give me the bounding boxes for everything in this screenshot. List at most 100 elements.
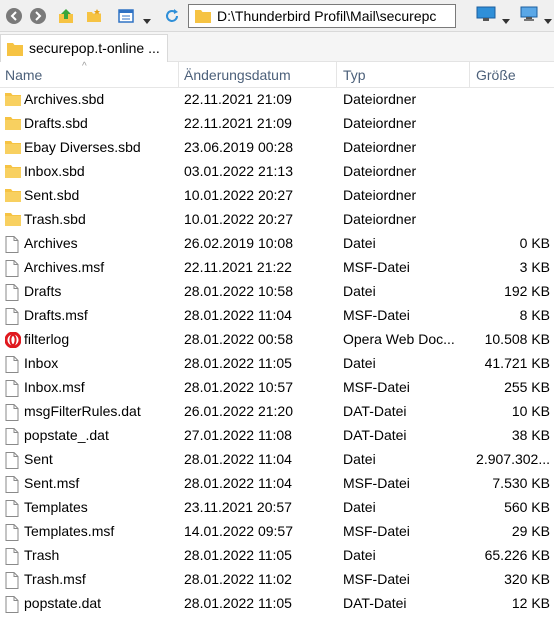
file-size: 8 KB bbox=[519, 307, 550, 323]
file-row[interactable]: popstate.dat 28.01.2022 11:05 DAT-Datei 12 … bbox=[0, 592, 554, 616]
file-type: MSF-Datei bbox=[343, 571, 410, 587]
file-name: Archives.msf bbox=[24, 259, 105, 275]
desktop-icon[interactable] bbox=[520, 6, 540, 24]
toolbar: D:\Thunderbird Profil\Mail\securepc bbox=[0, 0, 554, 32]
file-row[interactable]: msgFilterRules.dat 26.01.2022 21:20 DAT-Da… bbox=[0, 400, 554, 424]
file-name: Sent bbox=[24, 451, 53, 467]
monitor-dropdown-icon[interactable] bbox=[502, 12, 510, 24]
file-type: MSF-Datei bbox=[343, 259, 410, 275]
opera-icon bbox=[4, 331, 22, 351]
file-row[interactable]: Inbox 28.01.2022 11:05 Datei 41.721 KB bbox=[0, 352, 554, 376]
file-name: Trash bbox=[24, 547, 60, 563]
file-row[interactable]: Sent 28.01.2022 11:04 Datei 2.907.302... bbox=[0, 448, 554, 472]
file-date: 28.01.2022 11:04 bbox=[184, 307, 292, 323]
file-icon bbox=[5, 404, 19, 424]
column-name[interactable]: Name bbox=[5, 67, 42, 83]
file-date: 28.01.2022 10:58 bbox=[184, 283, 293, 299]
file-name: Trash.msf bbox=[24, 571, 86, 587]
file-name: Inbox bbox=[24, 355, 59, 371]
file-icon bbox=[5, 572, 19, 592]
view-dropdown-icon[interactable] bbox=[143, 12, 151, 24]
file-icon bbox=[5, 284, 19, 304]
file-row[interactable]: Sent.sbd 10.01.2022 20:27 Dateiordner bbox=[0, 184, 554, 208]
file-date: 22.11.2021 21:09 bbox=[184, 91, 292, 107]
file-size: 2.907.302... bbox=[476, 451, 550, 467]
file-row[interactable]: popstate_.dat 27.01.2022 11:08 DAT-Datei 38… bbox=[0, 424, 554, 448]
file-row[interactable]: Ebay Diverses.sbd 23.06.2019 00:28 Dateior… bbox=[0, 136, 554, 160]
file-row[interactable]: filterlog 28.01.2022 00:58 Opera Web Doc..… bbox=[0, 328, 554, 352]
monitor-icon[interactable] bbox=[476, 6, 498, 24]
address-bar[interactable]: D:\Thunderbird Profil\Mail\securepc bbox=[188, 4, 456, 28]
file-name: Archives bbox=[24, 235, 78, 251]
column-divider[interactable] bbox=[178, 62, 179, 87]
file-row[interactable]: Drafts 28.01.2022 10:58 Datei 192 KB bbox=[0, 280, 554, 304]
file-row[interactable]: Templates.msf 14.01.2022 09:57 MSF-Datei 29… bbox=[0, 520, 554, 544]
file-row[interactable]: Trash.msf 28.01.2022 11:02 MSF-Datei 320 KB bbox=[0, 568, 554, 592]
file-row[interactable]: Drafts.sbd 22.11.2021 21:09 Dateiordner bbox=[0, 112, 554, 136]
file-type: Datei bbox=[343, 499, 376, 515]
file-type: Datei bbox=[343, 235, 376, 251]
file-date: 28.01.2022 11:05 bbox=[184, 355, 292, 371]
file-row[interactable]: Inbox.sbd 03.01.2022 21:13 Dateiordner bbox=[0, 160, 554, 184]
file-icon bbox=[5, 524, 19, 544]
file-name: Sent.msf bbox=[24, 475, 80, 491]
file-type: Dateiordner bbox=[343, 163, 417, 179]
file-row[interactable]: Archives.sbd 22.11.2021 21:09 Dateiordner bbox=[0, 88, 554, 112]
refresh-icon[interactable] bbox=[164, 8, 180, 24]
file-date: 23.06.2019 00:28 bbox=[184, 139, 293, 155]
new-folder-icon[interactable] bbox=[86, 8, 102, 24]
file-icon bbox=[5, 452, 19, 472]
file-type: Dateiordner bbox=[343, 115, 417, 131]
column-header: ^ Name Änderungsdatum Typ Größe bbox=[0, 61, 554, 88]
tab-securepop[interactable]: securepop.t-online ... bbox=[0, 34, 168, 62]
file-type: Datei bbox=[343, 355, 376, 371]
file-date: 28.01.2022 11:04 bbox=[184, 475, 292, 491]
file-name: Sent.sbd bbox=[24, 187, 80, 203]
file-row[interactable]: Sent.msf 28.01.2022 11:04 MSF-Datei 7.530 K… bbox=[0, 472, 554, 496]
file-row[interactable]: Trash.sbd 10.01.2022 20:27 Dateiordner bbox=[0, 208, 554, 232]
column-type[interactable]: Typ bbox=[343, 67, 366, 83]
file-row[interactable]: Archives.msf 22.11.2021 21:22 MSF-Datei 3 K… bbox=[0, 256, 554, 280]
back-icon[interactable] bbox=[6, 8, 22, 24]
file-type: Datei bbox=[343, 451, 376, 467]
file-list: Archives.sbd 22.11.2021 21:09 Dateiordner D… bbox=[0, 88, 554, 616]
column-divider[interactable] bbox=[336, 62, 337, 87]
file-name: popstate.dat bbox=[24, 595, 102, 611]
file-date: 22.11.2021 21:22 bbox=[184, 259, 292, 275]
file-date: 28.01.2022 10:57 bbox=[184, 379, 293, 395]
file-name: Drafts bbox=[24, 283, 62, 299]
forward-icon[interactable] bbox=[30, 8, 46, 24]
column-size[interactable]: Größe bbox=[476, 67, 516, 83]
file-date: 26.02.2019 10:08 bbox=[184, 235, 293, 251]
file-row[interactable]: Drafts.msf 28.01.2022 11:04 MSF-Datei 8 KB bbox=[0, 304, 554, 328]
file-row[interactable]: Inbox.msf 28.01.2022 10:57 MSF-Datei 255 KB bbox=[0, 376, 554, 400]
file-row[interactable]: Templates 23.11.2021 20:57 Datei 560 KB bbox=[0, 496, 554, 520]
file-icon bbox=[5, 548, 19, 568]
desktop-dropdown-icon[interactable] bbox=[544, 12, 552, 24]
file-name: Drafts.sbd bbox=[24, 115, 88, 131]
file-row[interactable]: Trash 28.01.2022 11:05 Datei 65.226 KB bbox=[0, 544, 554, 568]
file-size: 29 KB bbox=[511, 523, 550, 539]
file-date: 28.01.2022 11:04 bbox=[184, 451, 292, 467]
file-name: Trash.sbd bbox=[24, 211, 86, 227]
file-date: 28.01.2022 11:02 bbox=[184, 571, 292, 587]
column-divider[interactable] bbox=[469, 62, 470, 87]
folder-icon bbox=[5, 92, 21, 109]
view-icon[interactable] bbox=[118, 8, 134, 24]
file-type: MSF-Datei bbox=[343, 475, 410, 491]
file-icon bbox=[5, 260, 19, 280]
file-date: 28.01.2022 00:58 bbox=[184, 331, 293, 347]
file-date: 10.01.2022 20:27 bbox=[184, 211, 293, 227]
column-date[interactable]: Änderungsdatum bbox=[184, 67, 291, 83]
file-icon bbox=[5, 380, 19, 400]
up-folder-icon[interactable] bbox=[58, 8, 74, 24]
file-icon bbox=[5, 356, 19, 376]
file-type: MSF-Datei bbox=[343, 379, 410, 395]
folder-icon bbox=[5, 116, 21, 133]
file-name: Templates bbox=[24, 499, 88, 515]
file-row[interactable]: Archives 26.02.2019 10:08 Datei 0 KB bbox=[0, 232, 554, 256]
file-size: 41.721 KB bbox=[484, 355, 550, 371]
file-type: Datei bbox=[343, 283, 376, 299]
file-type: Datei bbox=[343, 547, 376, 563]
file-size: 12 KB bbox=[511, 595, 550, 611]
